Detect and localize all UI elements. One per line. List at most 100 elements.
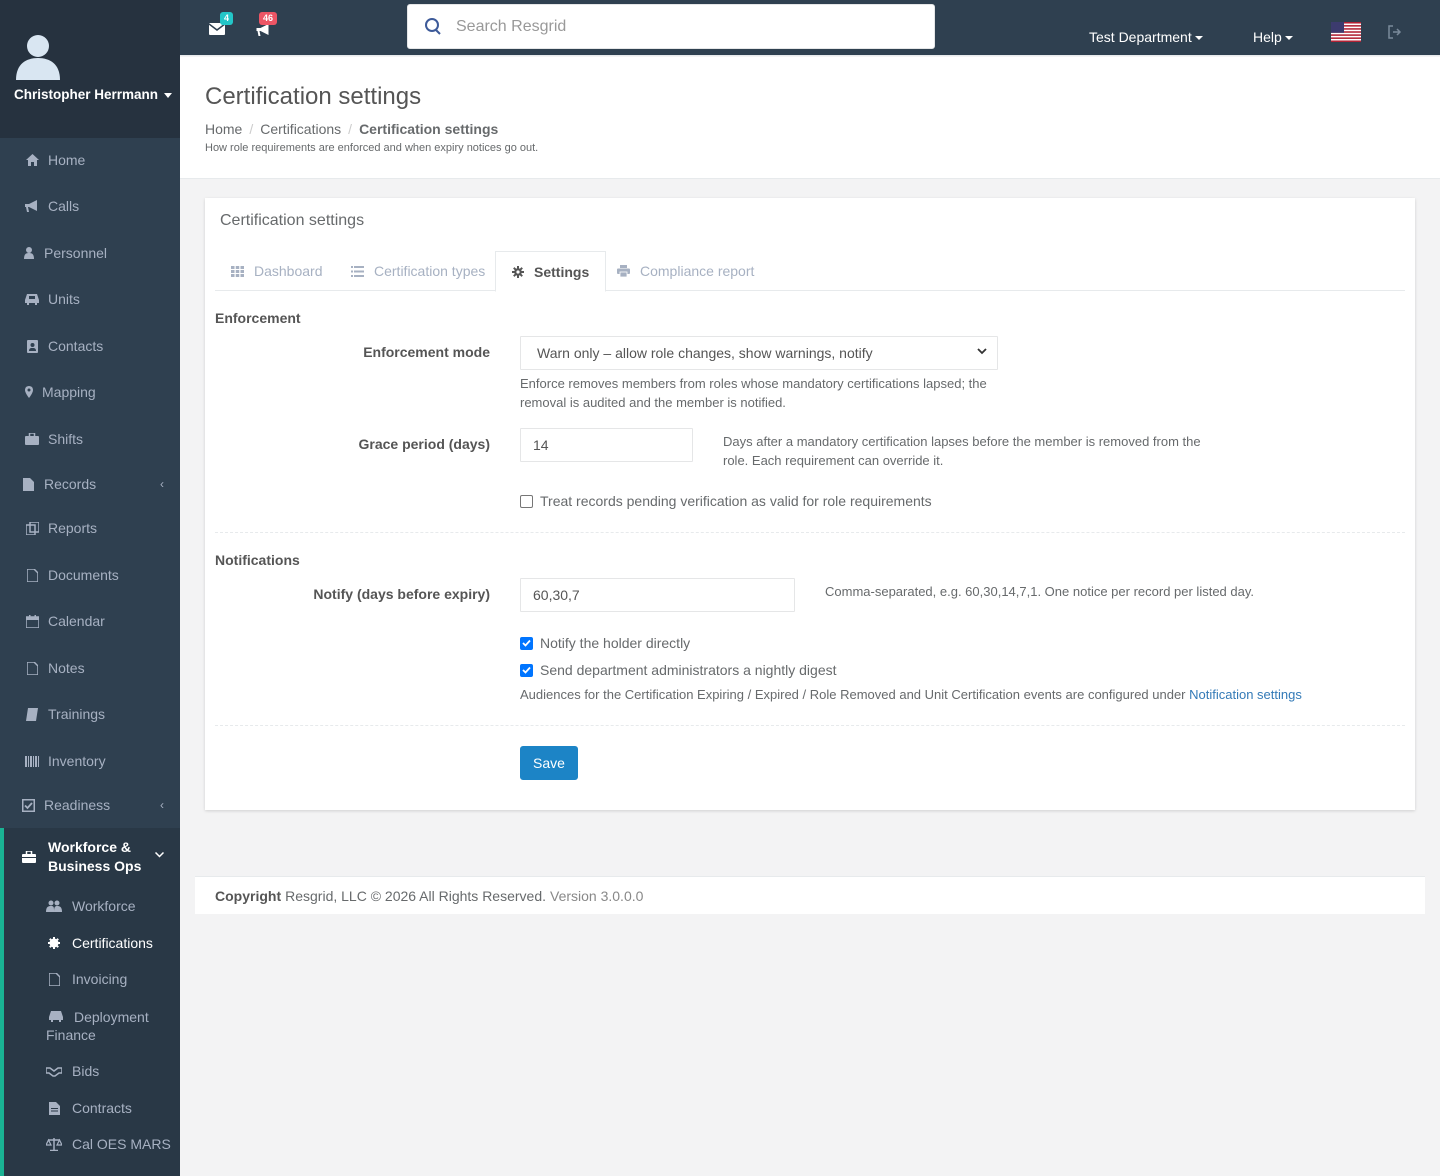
search-box bbox=[407, 4, 935, 49]
contract-icon bbox=[46, 1101, 62, 1115]
sidebar-subitem-deployment-finance[interactable]: Deployment Finance bbox=[46, 1008, 166, 1044]
breadcrumb-certifications[interactable]: Certifications bbox=[260, 121, 341, 137]
settings-card: Certification settings Dashboard Certifi… bbox=[205, 198, 1415, 810]
us-flag-icon[interactable] bbox=[1331, 22, 1361, 42]
sidebar-item-notes[interactable]: Notes bbox=[0, 648, 180, 688]
tab-label: Certification types bbox=[374, 263, 486, 279]
tab-settings[interactable]: Settings bbox=[495, 251, 607, 292]
document-icon bbox=[24, 568, 40, 582]
tab-label: Settings bbox=[534, 263, 590, 280]
sidebar-item-contacts[interactable]: Contacts bbox=[0, 326, 180, 366]
pending-verification-label: Treat records pending verification as va… bbox=[540, 493, 932, 509]
sidebar-item-label: Reports bbox=[48, 520, 98, 536]
sidebar-item-records[interactable]: Records ‹ bbox=[0, 464, 180, 504]
sidebar-item-units[interactable]: Units bbox=[0, 279, 180, 319]
sidebar-subitem-invoicing[interactable]: Invoicing bbox=[46, 971, 127, 987]
sidebar-item-shifts[interactable]: Shifts bbox=[0, 419, 180, 459]
sidebar-item-calendar[interactable]: Calendar bbox=[0, 601, 180, 641]
tab-compliance-report[interactable]: Compliance report bbox=[601, 251, 770, 291]
notify-holder-checkbox[interactable] bbox=[520, 636, 533, 650]
sidebar-subitem-bids[interactable]: Bids bbox=[46, 1063, 99, 1079]
sidebar-item-workforce-business-ops[interactable]: Workforce & Business Ops bbox=[22, 838, 180, 880]
sidebar-item-personnel[interactable]: Personnel bbox=[0, 233, 180, 273]
sign-out-icon[interactable] bbox=[1388, 25, 1402, 39]
copyright-text: Resgrid, LLC © 2026 All Rights Reserved. bbox=[285, 887, 546, 904]
caret-down-icon bbox=[164, 92, 173, 98]
sidebar-item-reports[interactable]: Reports bbox=[0, 508, 180, 548]
sidebar-item-documents[interactable]: Documents bbox=[0, 555, 180, 595]
grid-icon bbox=[231, 265, 244, 277]
notify-holder-checkbox-row[interactable]: Notify the holder directly bbox=[520, 635, 690, 651]
sidebar-item-label: Readiness bbox=[44, 797, 111, 813]
tab-certification-types[interactable]: Certification types bbox=[335, 251, 501, 291]
help-line: Days after a mandatory certification lap… bbox=[723, 434, 1201, 449]
sidebar-item-home[interactable]: Home bbox=[0, 140, 180, 180]
pending-verification-checkbox-row[interactable]: Treat records pending verification as va… bbox=[520, 493, 932, 509]
barcode-icon bbox=[24, 754, 40, 768]
admin-digest-checkbox[interactable] bbox=[520, 663, 533, 677]
list-icon bbox=[351, 265, 364, 277]
sidebar-item-label: Trainings bbox=[48, 706, 106, 722]
sidebar-item-label: Notes bbox=[48, 660, 85, 676]
search-input[interactable] bbox=[456, 17, 896, 36]
page-description: How role requirements are enforced and w… bbox=[205, 142, 539, 154]
top-navbar: 4 46 Test Department Help bbox=[180, 0, 1440, 56]
sidebar-subitem-label: Invoicing bbox=[72, 971, 128, 987]
user-menu[interactable]: Christopher Herrmann bbox=[14, 87, 173, 102]
invoice-icon bbox=[46, 972, 62, 986]
grace-period-help: Days after a mandatory certification lap… bbox=[723, 432, 1201, 470]
grace-period-input[interactable]: 14 bbox=[520, 428, 693, 462]
sidebar-item-readiness[interactable]: Readiness ‹ bbox=[0, 785, 180, 825]
sidebar-subitem-contracts[interactable]: Contracts bbox=[46, 1100, 132, 1116]
notify-days-input[interactable]: 60,30,7 bbox=[520, 578, 795, 612]
tab-dashboard[interactable]: Dashboard bbox=[215, 251, 339, 291]
calls-count-badge: 46 bbox=[259, 12, 278, 25]
help-menu[interactable]: Help bbox=[1253, 29, 1293, 45]
pending-verification-checkbox[interactable] bbox=[520, 494, 533, 508]
card-title: Certification settings bbox=[220, 212, 365, 229]
department-menu[interactable]: Test Department bbox=[1089, 29, 1203, 45]
sidebar-active-group bbox=[0, 828, 180, 1176]
admin-digest-label: Send department administrators a nightly… bbox=[540, 662, 837, 678]
notification-settings-link[interactable]: Notification settings bbox=[1189, 687, 1302, 702]
sidebar-subitem-label: Bids bbox=[72, 1063, 100, 1079]
chevron-left-icon: ‹ bbox=[160, 477, 164, 491]
file-icon bbox=[20, 477, 36, 491]
caret-down-icon bbox=[1194, 36, 1203, 41]
sidebar-subitem-label: Certifications bbox=[72, 935, 153, 951]
sidebar-subitem-workforce[interactable]: Workforce bbox=[46, 898, 136, 914]
sidebar-subitem-certifications[interactable]: Certifications bbox=[46, 935, 153, 951]
user-name: Christopher Herrmann bbox=[14, 87, 159, 102]
help-line: role. Each requirement can override it. bbox=[723, 453, 944, 468]
sidebar-subitem-label: Cal OES MARS bbox=[72, 1136, 171, 1152]
breadcrumb: Home / Certifications / Certification settin… bbox=[205, 121, 498, 137]
enforcement-mode-select[interactable]: Warn only – allow role changes, show war… bbox=[520, 336, 998, 370]
help-label: Help bbox=[1253, 29, 1282, 45]
sidebar-subitem-cal-oes-mars[interactable]: Cal OES MARS bbox=[46, 1136, 171, 1152]
notify-holder-label: Notify the holder directly bbox=[540, 635, 691, 651]
breadcrumb-home[interactable]: Home bbox=[205, 121, 242, 137]
handshake-icon bbox=[46, 1066, 62, 1077]
sidebar-item-mapping[interactable]: Mapping bbox=[0, 372, 180, 412]
tab-label: Dashboard bbox=[254, 263, 323, 279]
users-icon bbox=[46, 900, 62, 912]
sidebar-item-trainings[interactable]: Trainings bbox=[0, 694, 180, 734]
enforcement-section-title: Enforcement bbox=[215, 310, 301, 326]
save-button[interactable]: Save bbox=[520, 746, 578, 780]
avatar[interactable] bbox=[16, 32, 60, 80]
sidebar-item-calls[interactable]: Calls bbox=[0, 186, 180, 226]
breadcrumb-current: Certification settings bbox=[359, 121, 499, 137]
sidebar: Christopher Herrmann Home Calls Personne… bbox=[0, 0, 180, 1176]
user-icon bbox=[24, 246, 34, 260]
sidebar-item-inventory[interactable]: Inventory bbox=[0, 741, 180, 781]
note-icon bbox=[24, 661, 40, 675]
briefcase-icon bbox=[22, 851, 36, 880]
messages-button[interactable]: 4 bbox=[209, 12, 234, 38]
reports-icon bbox=[24, 521, 40, 535]
print-icon bbox=[617, 265, 630, 277]
bullhorn-icon bbox=[256, 24, 269, 36]
enforcement-mode-value: Warn only – allow role changes, show war… bbox=[537, 345, 873, 361]
profile-header: Christopher Herrmann bbox=[0, 0, 180, 138]
calls-button[interactable]: 46 bbox=[256, 12, 278, 38]
admin-digest-checkbox-row[interactable]: Send department administrators a nightly… bbox=[520, 662, 837, 678]
